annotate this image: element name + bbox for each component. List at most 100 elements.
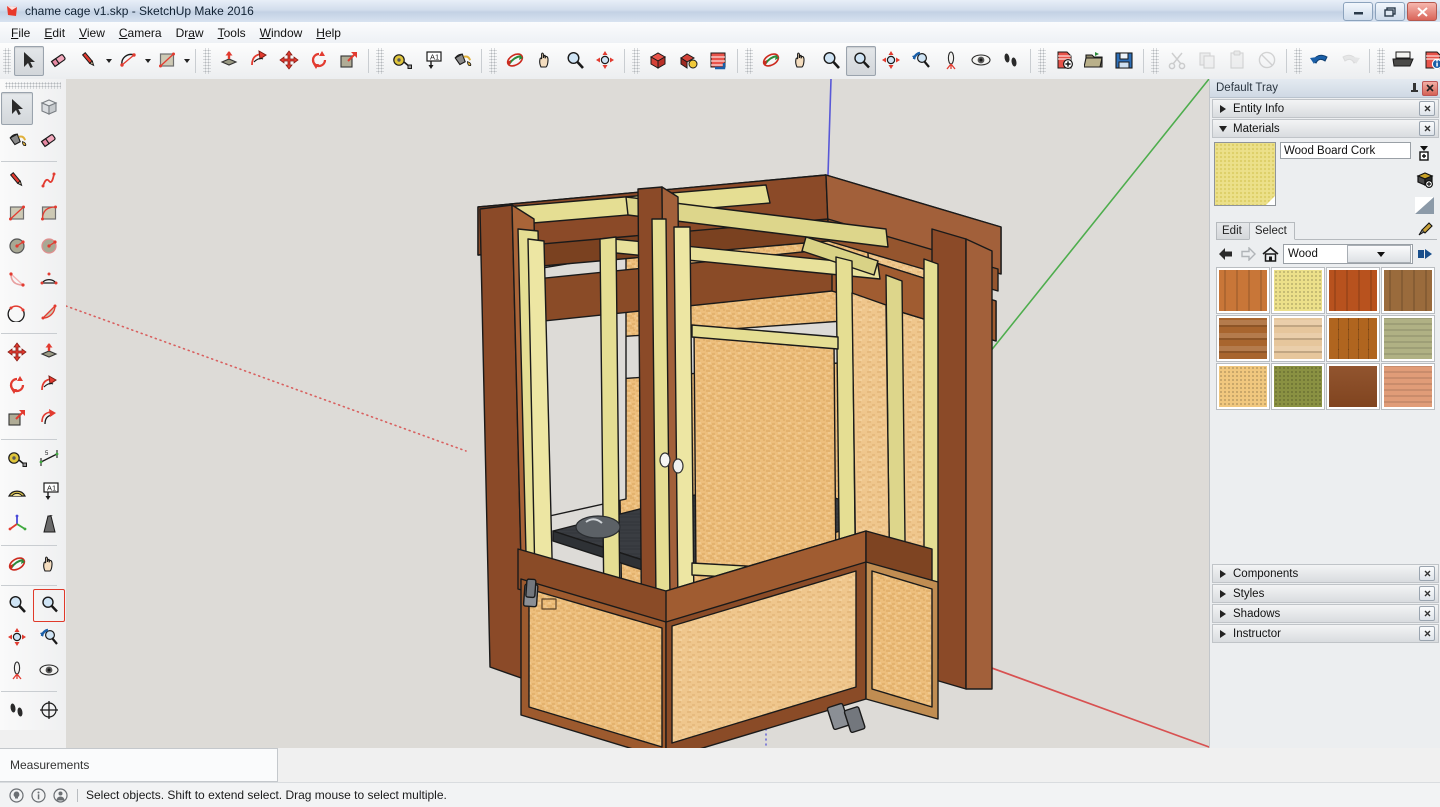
toolbar-grip[interactable] <box>489 48 497 74</box>
move-tool[interactable] <box>274 46 304 76</box>
home-icon[interactable] <box>1260 245 1280 263</box>
eraser-tool[interactable] <box>44 46 74 76</box>
zoom-extents-tool-2[interactable] <box>876 46 906 76</box>
rectangle-tool[interactable] <box>152 46 182 76</box>
material-swatch[interactable] <box>1382 268 1434 313</box>
panel-styles[interactable]: Styles <box>1212 584 1439 603</box>
material-swatch[interactable] <box>1217 316 1269 361</box>
new-file-button[interactable] <box>1049 46 1079 76</box>
zoom-tool[interactable] <box>560 46 590 76</box>
details-arrow-icon[interactable] <box>1415 245 1435 263</box>
toolbar-grip[interactable] <box>745 48 753 74</box>
line-tool[interactable] <box>74 46 104 76</box>
zoom-window-tool[interactable] <box>846 46 876 76</box>
person-circle-icon[interactable] <box>51 786 69 804</box>
followme-tool[interactable] <box>244 46 274 76</box>
material-swatch[interactable] <box>1327 364 1379 409</box>
style-xray[interactable] <box>643 46 673 76</box>
minimize-button[interactable] <box>1343 2 1373 21</box>
text-tool[interactable]: A1 <box>33 476 65 509</box>
toolbar-grip[interactable] <box>5 82 61 89</box>
followme-tool[interactable] <box>33 370 65 403</box>
select-tab[interactable]: Select <box>1248 222 1295 240</box>
look-around-tool[interactable] <box>33 655 65 688</box>
material-swatch[interactable] <box>1272 364 1324 409</box>
menu-item-edit[interactable]: Edit <box>37 24 72 42</box>
rectangle-tool[interactable] <box>1 198 33 231</box>
orbit-tool[interactable] <box>1 549 33 582</box>
panel-close-icon[interactable] <box>1419 586 1435 601</box>
three-d-text-tool[interactable] <box>33 509 65 542</box>
make-component-tool[interactable] <box>33 92 65 125</box>
arc-tool[interactable] <box>113 46 143 76</box>
create-material-icon[interactable] <box>1414 143 1434 163</box>
select-tool[interactable] <box>14 46 44 76</box>
close-icon[interactable] <box>1422 80 1438 96</box>
paint-bucket-3d-icon[interactable] <box>1414 169 1434 189</box>
panel-close-icon[interactable] <box>1419 121 1435 136</box>
chevron-down-icon[interactable] <box>143 47 152 75</box>
panel-close-icon[interactable] <box>1419 101 1435 116</box>
offset-tool[interactable] <box>33 403 65 436</box>
menu-item-draw[interactable]: Draw <box>169 24 211 42</box>
open-file-button[interactable] <box>1079 46 1109 76</box>
back-arrow-icon[interactable] <box>1216 245 1236 263</box>
style-shaded[interactable] <box>673 46 703 76</box>
two-point-arc-tool[interactable] <box>33 264 65 297</box>
pin-icon[interactable] <box>1408 82 1420 95</box>
protractor-tool[interactable] <box>1 476 33 509</box>
chevron-down-icon[interactable] <box>182 47 191 75</box>
material-swatch[interactable] <box>1382 364 1434 409</box>
panel-components[interactable]: Components <box>1212 564 1439 583</box>
edit-tab[interactable]: Edit <box>1216 222 1250 239</box>
panel-entity-info[interactable]: Entity Info <box>1212 99 1439 118</box>
scale-tool[interactable] <box>1 403 33 436</box>
menu-item-view[interactable]: View <box>72 24 112 42</box>
section-plane-tool[interactable] <box>33 695 65 728</box>
three-point-arc-tool[interactable] <box>1 297 33 330</box>
pie-tool[interactable] <box>33 297 65 330</box>
panel-close-icon[interactable] <box>1419 606 1435 621</box>
model-info-button[interactable] <box>1418 46 1440 76</box>
pan-tool[interactable] <box>530 46 560 76</box>
chevron-down-icon[interactable] <box>104 47 113 75</box>
drawing-viewport[interactable] <box>66 79 1209 748</box>
measurements-box[interactable]: Measurements <box>0 748 278 782</box>
undo-button[interactable] <box>1305 46 1335 76</box>
rotate-tool[interactable] <box>1 370 33 403</box>
walk-tool[interactable] <box>996 46 1026 76</box>
lightbulb-icon[interactable] <box>7 786 25 804</box>
menu-item-window[interactable]: Window <box>253 24 310 42</box>
panel-close-icon[interactable] <box>1419 566 1435 581</box>
menu-item-camera[interactable]: Camera <box>112 24 169 42</box>
material-swatch[interactable] <box>1327 316 1379 361</box>
circle-tool[interactable] <box>1 231 33 264</box>
previous-view-tool[interactable] <box>33 622 65 655</box>
material-swatch[interactable] <box>1217 268 1269 313</box>
panel-shadows[interactable]: Shadows <box>1212 604 1439 623</box>
material-swatch[interactable] <box>1217 364 1269 409</box>
walk-tool[interactable] <box>1 695 33 728</box>
text-tool[interactable]: A1 <box>417 46 447 76</box>
toolbar-grip[interactable] <box>203 48 211 74</box>
orbit-tool[interactable] <box>500 46 530 76</box>
material-collection-select[interactable]: Wood <box>1283 244 1413 264</box>
menu-item-file[interactable]: File <box>4 24 37 42</box>
zoom-extents-tool[interactable] <box>1 622 33 655</box>
position-camera-tool[interactable] <box>1 655 33 688</box>
toolbar-grip[interactable] <box>3 48 11 74</box>
polygon-tool[interactable] <box>33 231 65 264</box>
paint-bucket-tool[interactable] <box>447 46 477 76</box>
toolbar-grip[interactable] <box>1294 48 1302 74</box>
pan-tool-2[interactable] <box>786 46 816 76</box>
material-swatch[interactable] <box>1382 316 1434 361</box>
toolbar-grip[interactable] <box>1151 48 1159 74</box>
rotate-tool[interactable] <box>304 46 334 76</box>
move-tool[interactable] <box>1 337 33 370</box>
line-tool[interactable] <box>1 165 33 198</box>
toolbar-grip[interactable] <box>632 48 640 74</box>
pushpull-tool[interactable] <box>33 337 65 370</box>
toolbar-grip[interactable] <box>376 48 384 74</box>
zoom-tool[interactable] <box>1 589 33 622</box>
axes-tool[interactable] <box>1 509 33 542</box>
